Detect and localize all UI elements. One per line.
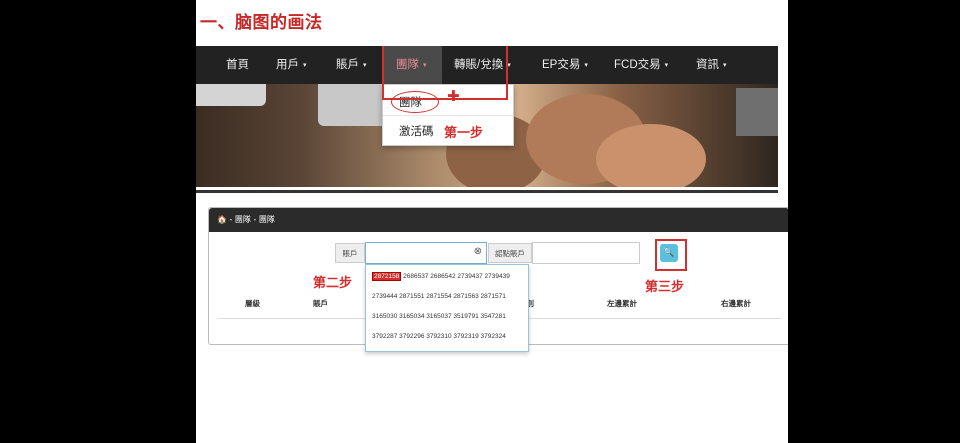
highlight-box [655, 239, 687, 271]
suggestion-item[interactable]: 3792287 [372, 333, 397, 340]
device-shape [318, 84, 388, 126]
highlight-box [382, 46, 508, 100]
caret-down-icon: ▾ [363, 62, 367, 69]
column-header-right-total: 右邊累計 [721, 299, 751, 308]
suggestion-item[interactable]: 3792324 [481, 333, 506, 340]
section-divider [196, 190, 778, 193]
suggestion-item[interactable]: 3792319 [453, 333, 478, 340]
step1-annotation: 第一步 [444, 126, 484, 141]
suggestion-item[interactable]: 3792296 [399, 333, 424, 340]
keyboard-shape [736, 88, 778, 136]
dropdown-separator [383, 115, 513, 116]
step2-annotation: 第二步 [313, 276, 353, 291]
suggestion-item[interactable]: 3547281 [481, 313, 506, 320]
list-item: 3165030 3165034 3165037 3519791 3547281 [372, 313, 506, 320]
list-item: 2872158 2686537 2686542 2739437 2739439 [372, 272, 510, 281]
suggestion-item[interactable]: 3519791 [453, 313, 478, 320]
nav-users[interactable]: 用戶 ▾ [276, 46, 307, 84]
suggestion-item[interactable]: 3165037 [426, 313, 451, 320]
suggestion-item[interactable]: 2871571 [481, 293, 506, 300]
suggestion-item[interactable]: 2871554 [426, 293, 451, 300]
suggestion-item[interactable]: 2871563 [453, 293, 478, 300]
suggestion-item[interactable]: 2871551 [399, 293, 424, 300]
referrer-label: 認點賬戶 [488, 243, 532, 263]
referrer-input[interactable] [532, 242, 640, 264]
suggestion-item[interactable]: 2686537 [403, 273, 428, 280]
caret-down-icon: ▾ [723, 62, 727, 69]
suggestion-item[interactable]: 2739437 [457, 273, 482, 280]
nav-home[interactable]: 首頁 [226, 46, 249, 84]
nav-info[interactable]: 資訊 ▾ [696, 46, 727, 84]
suggestion-item[interactable]: 2739439 [485, 273, 510, 280]
caret-down-icon: ▾ [664, 62, 669, 69]
nav-ep-trade-label: EP交易 [542, 59, 581, 71]
nav-accounts-label: 賬戶 [336, 59, 359, 71]
nav-users-label: 用戶 [276, 59, 299, 71]
column-header-left-total: 左邊累計 [607, 299, 637, 308]
account-suggestion-list: 2872158 2686537 2686542 2739437 2739439 … [365, 264, 529, 352]
nav-accounts[interactable]: 賬戶 ▾ [336, 46, 367, 84]
caret-down-icon: ▾ [584, 62, 588, 69]
suggestion-item[interactable]: 2686542 [430, 273, 455, 280]
nav-home-label: 首頁 [226, 59, 249, 71]
step3-annotation: 第三步 [645, 280, 685, 295]
team-panel: 🏠 - 團隊 - 團隊 賬戶 ⊗ 認點賬戶 🔍 第三步 第二步 層級 賬戶 級別… [208, 207, 788, 352]
column-header-level: 層級 [245, 299, 260, 308]
nav-info-label: 資訊 [696, 59, 719, 71]
suggestion-item[interactable]: 3165030 [372, 313, 397, 320]
account-label: 賬戶 [335, 243, 365, 263]
page-heading: 一、脑图的画法 [200, 13, 323, 33]
account-search-input[interactable]: ⊗ [365, 242, 487, 264]
laptop-shape [196, 84, 266, 106]
suggestion-item[interactable]: 3792310 [426, 333, 451, 340]
list-item: 3792287 3792296 3792310 3792319 3792324 [372, 333, 506, 340]
suggestion-item[interactable]: 2739444 [372, 293, 397, 300]
list-item: 2739444 2871551 2871554 2871563 2871571 [372, 293, 506, 300]
clear-icon[interactable]: ⊗ [474, 246, 482, 257]
fist-shape [596, 124, 706, 187]
caret-down-icon: ▾ [303, 62, 307, 69]
nav-fcd-trade[interactable]: FCD交易 ▾ [614, 46, 668, 84]
nav-ep-trade[interactable]: EP交易 ▾ [542, 46, 588, 84]
document-page: 一、脑图的画法 首頁 用戶 ▾ 賬戶 ▾ 團隊 ▾ 轉賬/兌換 ▾ EP交易 ▾ FCD交… [196, 0, 788, 443]
nav-fcd-trade-label: FCD交易 [614, 59, 661, 71]
breadcrumb: 🏠 - 團隊 - 團隊 [209, 208, 788, 232]
suggestion-highlighted[interactable]: 2872158 [372, 272, 402, 281]
dropdown-item-activation-code[interactable]: 激活碼 [399, 123, 434, 139]
suggestion-item[interactable]: 3165034 [399, 313, 424, 320]
column-header-account: 賬戶 [313, 299, 328, 308]
